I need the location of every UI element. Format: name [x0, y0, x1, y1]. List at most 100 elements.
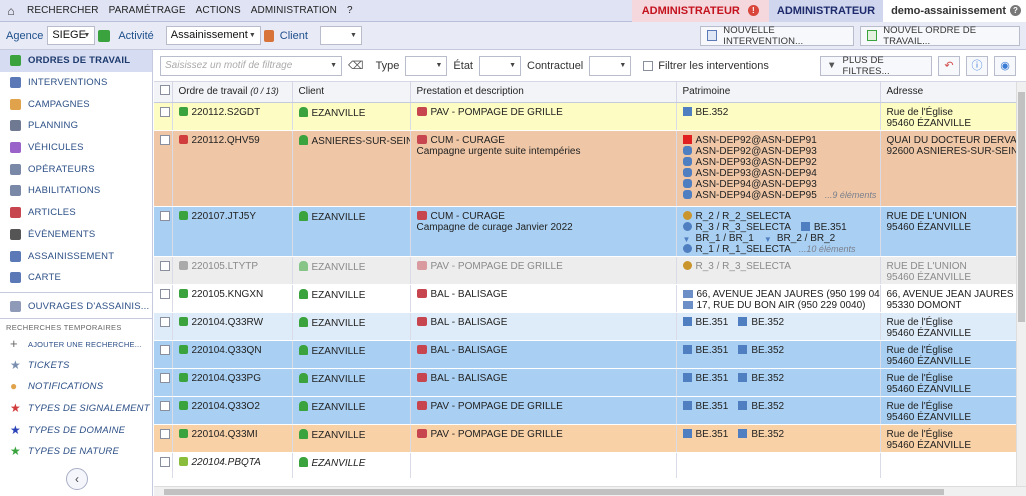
filter-interventions-checkbox[interactable] — [643, 60, 654, 71]
add-search-button[interactable]: + AJOUTER UNE RECHERCHE... — [0, 335, 152, 354]
reset-button[interactable]: ↶ — [938, 55, 960, 76]
sidebar-item-8[interactable]: ÉVÈNEMENTS — [0, 224, 152, 246]
row-checkbox[interactable] — [160, 316, 170, 327]
activity-select[interactable]: Assainissement ▼ — [165, 26, 261, 45]
role-label[interactable]: ADMINISTRATEUR — [768, 0, 884, 22]
home-icon[interactable]: ⌂ — [0, 4, 22, 18]
table-row[interactable]: 220105.LTYTP EZANVILLE PAV - POMPAGE DE GR… — [154, 256, 1026, 285]
header-patrimoine[interactable]: Patrimoine — [676, 82, 881, 103]
sidebar-item-10[interactable]: CARTE — [0, 267, 152, 289]
header-client[interactable]: Client — [292, 82, 411, 103]
work-order-cell[interactable]: 220104.Q33MI — [172, 424, 293, 453]
work-order-cell[interactable]: 220105.LTYTP — [172, 256, 293, 285]
work-order-cell[interactable]: 220107.JTJ5Y — [172, 206, 293, 257]
info-icon[interactable]: ⓘ — [966, 55, 988, 76]
menu-help[interactable]: ? — [342, 5, 358, 16]
menu-settings[interactable]: PARAMÉTRAGE — [104, 5, 191, 16]
temp-search-item-2[interactable]: ★ TYPES DE SIGNALEMENT — [0, 398, 152, 420]
row-select-cell[interactable] — [154, 284, 173, 313]
row-checkbox[interactable] — [160, 106, 170, 117]
row-checkbox[interactable] — [160, 344, 170, 355]
sidebar-item-0[interactable]: ORDRES DE TRAVAIL — [0, 50, 152, 72]
clear-filter-icon[interactable]: ⌫ — [348, 59, 364, 72]
work-order-cell[interactable]: 220112.S2GDT — [172, 102, 293, 131]
refresh-icon[interactable] — [98, 29, 111, 42]
sidebar-item-works[interactable]: OUVRAGES D'ASSAINIS... — [0, 296, 152, 318]
sidebar-item-4[interactable]: VÉHICULES — [0, 137, 152, 159]
row-checkbox[interactable] — [160, 260, 170, 271]
sidebar-item-2[interactable]: CAMPAGNES — [0, 93, 152, 115]
more-items[interactable]: ...9 éléments — [825, 190, 877, 200]
sidebar-item-1[interactable]: INTERVENTIONS — [0, 72, 152, 94]
type-select[interactable]: ▼ — [405, 55, 448, 76]
vertical-scrollbar[interactable] — [1016, 82, 1026, 486]
more-filters-button[interactable]: ▼ PLUS DE FILTRES... — [820, 55, 932, 77]
table-row[interactable]: 220107.JTJ5Y EZANVILLE CUM - CURAGE Campagn… — [154, 206, 1026, 257]
row-checkbox[interactable] — [160, 134, 170, 145]
work-order-cell[interactable]: 220112.QHV59 — [172, 130, 293, 207]
collapse-sidebar-button[interactable]: ‹ — [66, 468, 88, 490]
header-work-order[interactable]: Ordre de travail (0 / 13) — [172, 82, 293, 103]
select-all-header[interactable] — [154, 82, 173, 103]
temp-search-item-0[interactable]: ★ TICKETS — [0, 354, 152, 376]
sidebar-item-5[interactable]: OPÉRATEURS — [0, 158, 152, 180]
work-order-cell[interactable]: 220104.Q33O2 — [172, 396, 293, 425]
new-intervention-button[interactable]: NOUVELLE INTERVENTION... — [700, 25, 854, 47]
temp-search-item-1[interactable]: ● NOTIFICATIONS — [0, 376, 152, 398]
row-select-cell[interactable] — [154, 102, 173, 131]
work-order-cell[interactable]: 220105.KNGXN — [172, 284, 293, 313]
row-checkbox[interactable] — [160, 372, 170, 383]
more-items[interactable]: ...10 éléments — [799, 244, 856, 254]
wrench-icon[interactable] — [263, 29, 274, 42]
table-row[interactable]: 220104.Q33RW EZANVILLE BAL - BALISAGE BE.35… — [154, 312, 1026, 341]
horizontal-scrollbar[interactable] — [154, 486, 1026, 496]
new-work-order-button[interactable]: NOUVEL ORDRE DE TRAVAIL... — [860, 25, 1020, 47]
tenant-selector[interactable]: demo-assainissement ? — [883, 0, 1026, 22]
agency-select[interactable]: SIEGE ▼ — [47, 26, 96, 45]
filter-search-input[interactable]: Saisissez un motif de filtrage ▼ — [160, 55, 342, 76]
menu-administration[interactable]: ADMINISTRATION — [246, 5, 342, 16]
scrollbar-thumb[interactable] — [1018, 92, 1025, 322]
sidebar-item-9[interactable]: ASSAINISSEMENT — [0, 245, 152, 267]
row-select-cell[interactable] — [154, 312, 173, 341]
client-select[interactable]: ▼ — [319, 26, 362, 45]
table-row[interactable]: 220104.Q33MI EZANVILLE PAV - POMPAGE DE GR… — [154, 424, 1026, 453]
row-select-cell[interactable] — [154, 256, 173, 285]
menu-actions[interactable]: ACTIONS — [191, 5, 246, 16]
row-select-cell[interactable] — [154, 452, 173, 479]
table-row[interactable]: 220104.PBQTA EZANVILLE — [154, 452, 1026, 479]
row-select-cell[interactable] — [154, 424, 173, 453]
table-row[interactable]: 220112.S2GDT EZANVILLE PAV - POMPAGE DE GR… — [154, 102, 1026, 131]
select-all-checkbox[interactable] — [160, 85, 170, 96]
temp-search-item-4[interactable]: ★ TYPES DE NATURE — [0, 441, 152, 463]
table-row[interactable]: 220112.QHV59 ASNIERES-SUR-SEINE CUM - CURA… — [154, 130, 1026, 207]
work-order-cell[interactable]: 220104.Q33RW — [172, 312, 293, 341]
row-select-cell[interactable] — [154, 396, 173, 425]
scrollbar-thumb[interactable] — [164, 489, 944, 495]
work-order-cell[interactable]: 220104.PBQTA — [172, 452, 293, 479]
role-warning[interactable]: ADMINISTRATEUR ! — [631, 0, 769, 22]
sidebar-item-3[interactable]: PLANNING — [0, 115, 152, 137]
row-select-cell[interactable] — [154, 206, 173, 257]
row-select-cell[interactable] — [154, 130, 173, 207]
work-order-cell[interactable]: 220104.Q33QN — [172, 340, 293, 369]
table-row[interactable]: 220104.Q33QN EZANVILLE BAL - BALISAGE BE.35… — [154, 340, 1026, 369]
header-address[interactable]: Adresse — [880, 82, 1026, 103]
row-checkbox[interactable] — [160, 400, 170, 411]
temp-search-item-3[interactable]: ★ TYPES DE DOMAINE — [0, 419, 152, 441]
row-select-cell[interactable] — [154, 368, 173, 397]
row-select-cell[interactable] — [154, 340, 173, 369]
header-prestation[interactable]: Prestation et description — [410, 82, 677, 103]
row-checkbox[interactable] — [160, 428, 170, 439]
table-row[interactable]: 220104.Q33O2 EZANVILLE PAV - POMPAGE DE GR… — [154, 396, 1026, 425]
contract-select[interactable]: ▼ — [589, 55, 632, 76]
settings-icon[interactable]: ◉ — [994, 55, 1016, 76]
row-checkbox[interactable] — [160, 456, 170, 467]
work-order-cell[interactable]: 220104.Q33PG — [172, 368, 293, 397]
state-select[interactable]: ▼ — [479, 55, 521, 76]
table-row[interactable]: 220104.Q33PG EZANVILLE BAL - BALISAGE BE.35… — [154, 368, 1026, 397]
menu-search[interactable]: RECHERCHER — [22, 5, 104, 16]
sidebar-item-7[interactable]: ARTICLES — [0, 202, 152, 224]
row-checkbox[interactable] — [160, 210, 170, 221]
table-row[interactable]: 220105.KNGXN EZANVILLE BAL - BALISAGE 66, A… — [154, 284, 1026, 313]
